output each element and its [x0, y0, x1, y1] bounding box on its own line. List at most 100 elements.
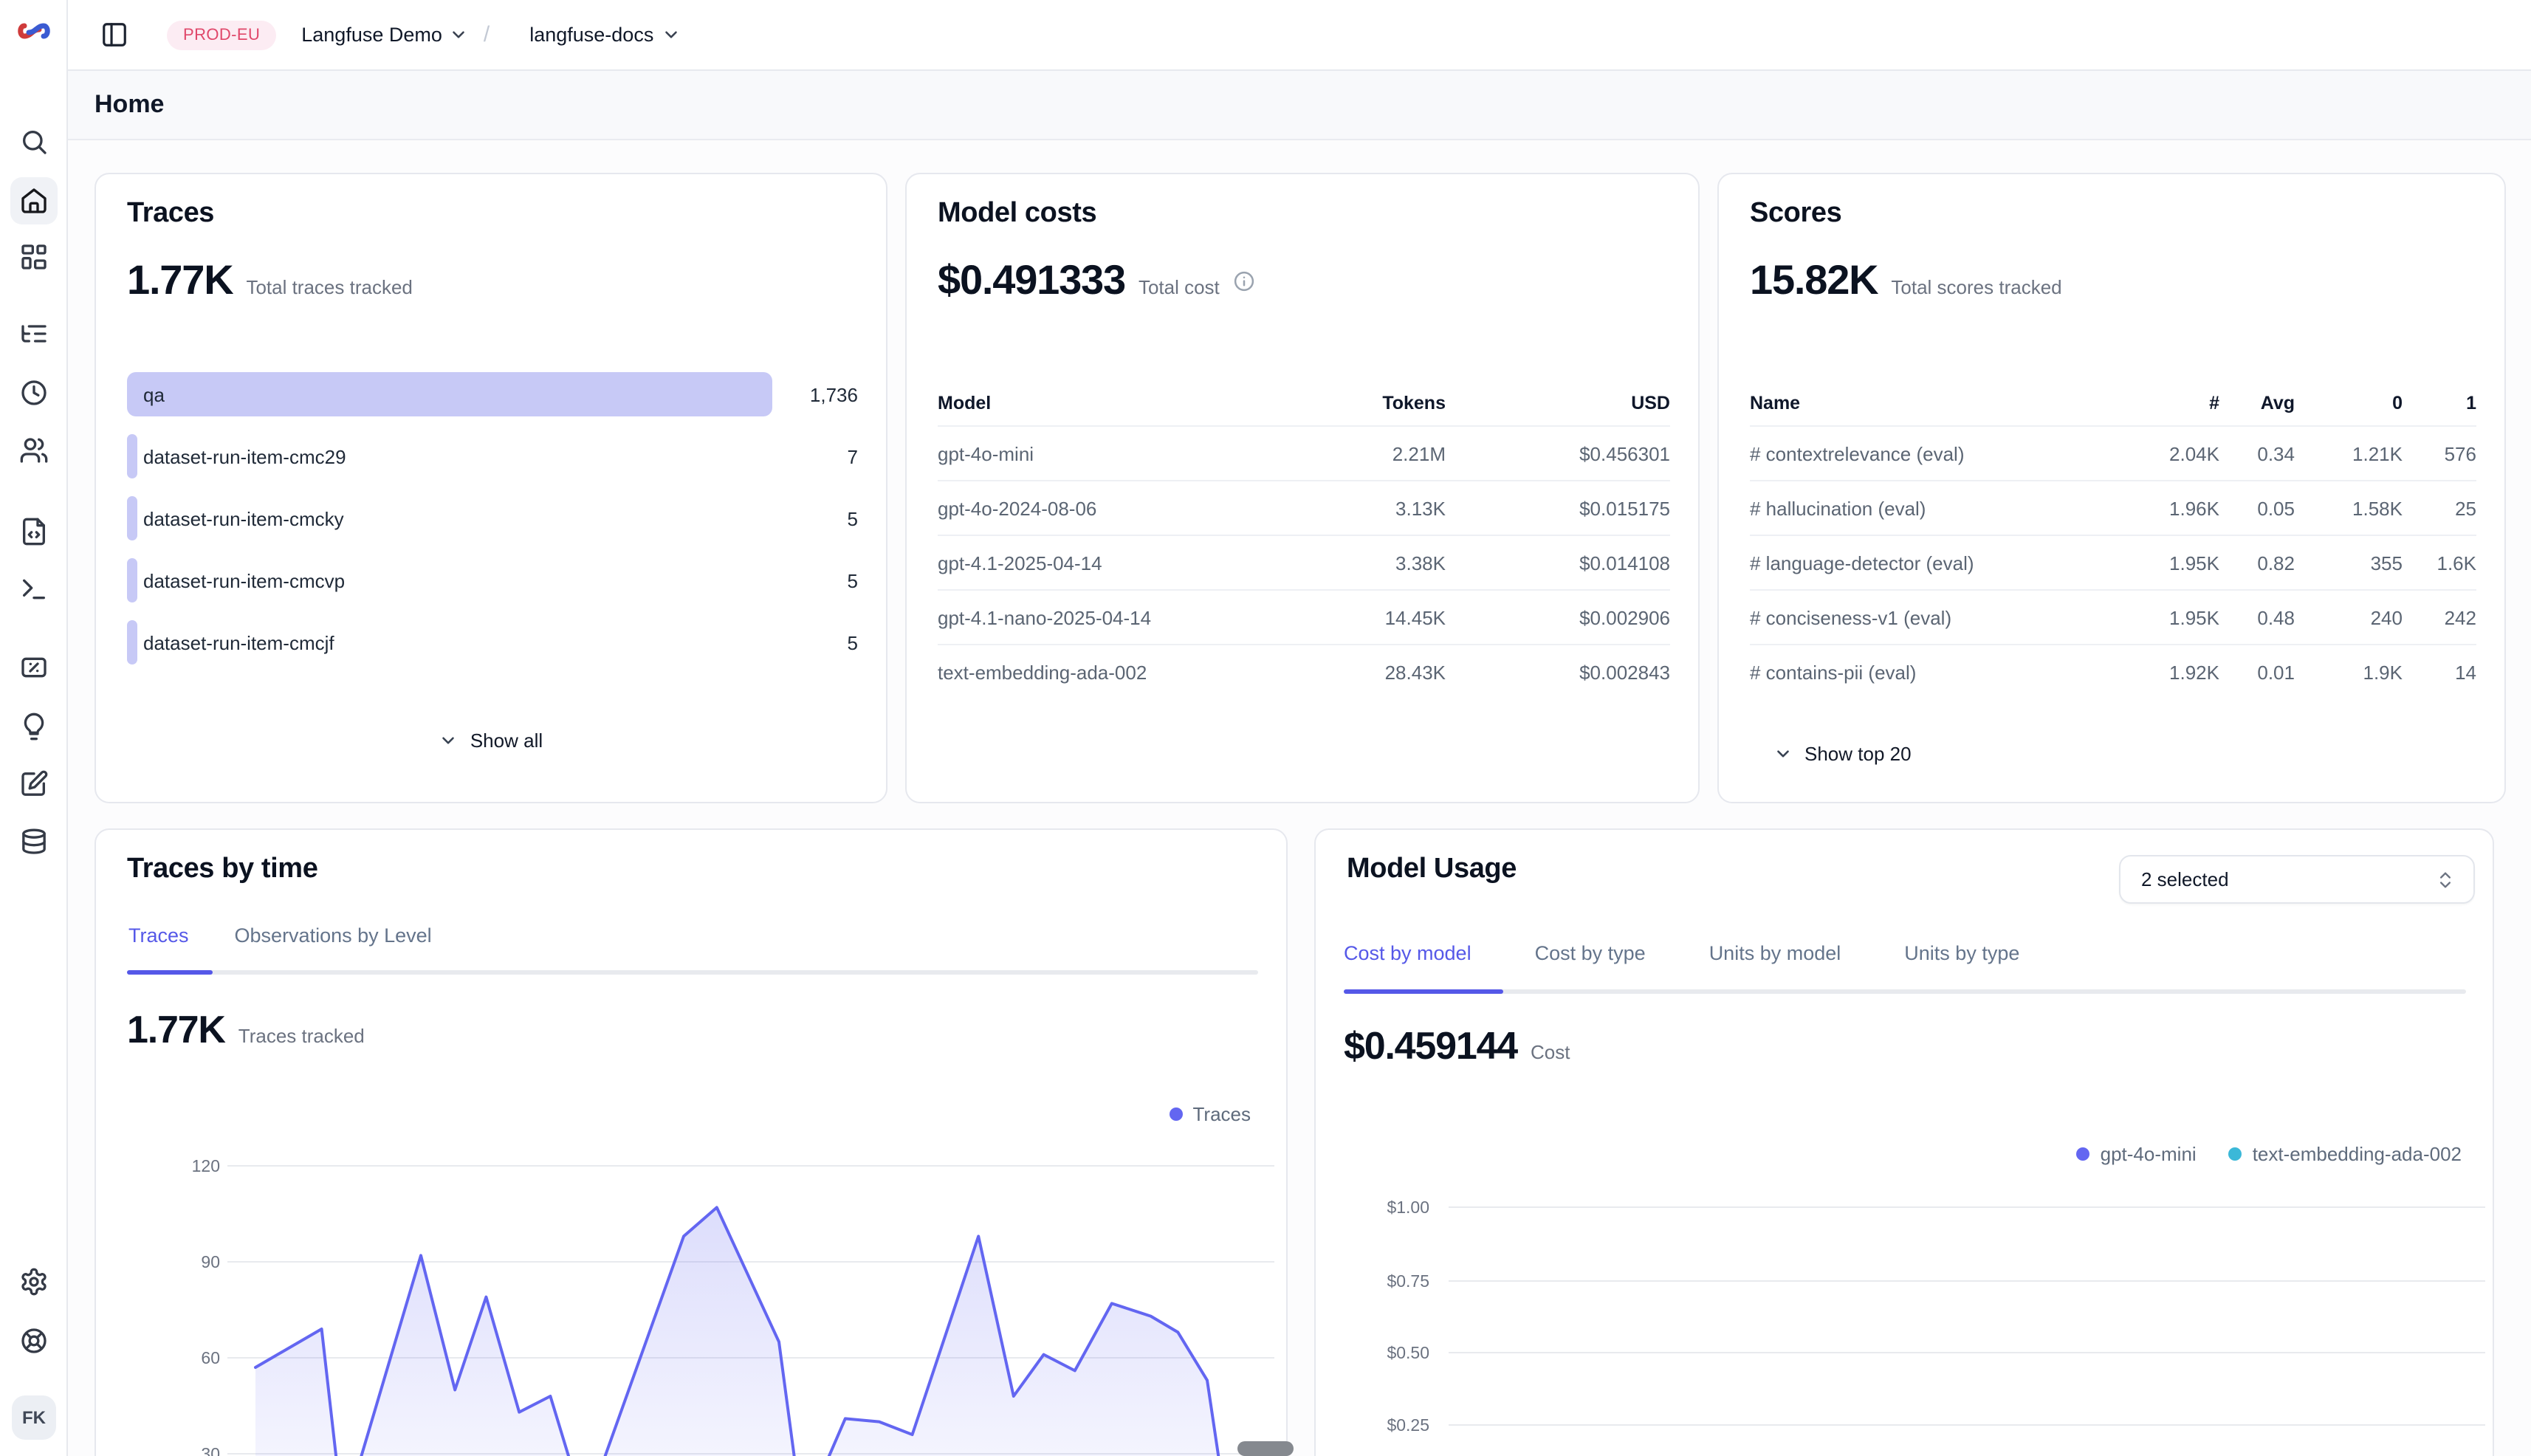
users-icon[interactable] — [19, 436, 49, 465]
show-top-20-button[interactable]: Show top 20 — [1773, 743, 1912, 765]
table-cell: 0.05 — [2219, 497, 2295, 519]
trace-bar-row[interactable]: dataset-run-item-cmc297 — [127, 425, 858, 487]
bar-fill — [127, 558, 138, 602]
show-top-20-label: Show top 20 — [1804, 743, 1912, 765]
table-row[interactable]: # conciseness-v1 (eval)1.95K0.48240242 — [1750, 589, 2476, 644]
tab-observations-by-level[interactable]: Observations by Level — [235, 924, 432, 967]
table-row[interactable]: gpt-4.1-nano-2025-04-1414.45K$0.002906 — [938, 589, 1670, 644]
scores-total: 15.82K — [1750, 257, 1878, 304]
legend-dot-icon — [2229, 1147, 2242, 1161]
langfuse-logo-icon[interactable] — [16, 13, 52, 49]
tab-cost-by-type[interactable]: Cost by type — [1535, 942, 1646, 985]
table-cell: 0.48 — [2219, 606, 2295, 628]
database-icon[interactable] — [19, 827, 49, 856]
trace-bar-row[interactable]: dataset-run-item-cmcjf5 — [127, 611, 858, 673]
show-all-label: Show all — [470, 729, 543, 752]
chart-legend: gpt-4o-mini text-embedding-ada-002 — [2077, 1143, 2462, 1165]
column-header: Model — [938, 393, 1276, 413]
legend-label: text-embedding-ada-002 — [2253, 1143, 2462, 1165]
tab-units-by-model[interactable]: Units by model — [1709, 942, 1841, 985]
y-axis-tick-label: $0.75 — [1387, 1271, 1429, 1291]
environment-badge[interactable]: PROD-EU — [167, 20, 276, 49]
org-switcher[interactable]: Langfuse Demo — [301, 24, 469, 46]
usage-cost: $0.459144 — [1344, 1023, 1517, 1069]
table-cell: # language-detector (eval) — [1750, 552, 2131, 574]
table-row[interactable]: gpt-4o-2024-08-063.13K$0.015175 — [938, 480, 1670, 535]
table-row[interactable]: # hallucination (eval)1.96K0.051.58K25 — [1750, 480, 2476, 535]
table-row[interactable]: text-embedding-ada-00228.43K$0.002843 — [938, 644, 1670, 698]
table-cell: # conciseness-v1 (eval) — [1750, 606, 2131, 628]
legend-item[interactable]: Traces — [1170, 1103, 1251, 1125]
trace-bar-row[interactable]: qa1,736 — [127, 363, 858, 425]
file-code-icon[interactable] — [19, 517, 49, 546]
trace-bar-row[interactable]: dataset-run-item-cmcvp5 — [127, 549, 858, 611]
show-all-button[interactable]: Show all — [96, 729, 886, 752]
table-cell: gpt-4.1-nano-2025-04-14 — [938, 606, 1276, 628]
table-row[interactable]: # language-detector (eval)1.95K0.823551.… — [1750, 535, 2476, 589]
horizontal-scrollbar-thumb[interactable] — [1237, 1441, 1294, 1456]
table-cell: 14.45K — [1276, 606, 1446, 628]
total-cost-label: Total cost — [1139, 276, 1220, 298]
table-cell: 0.34 — [2219, 442, 2295, 464]
traces-tracked: 1.77K — [127, 1007, 225, 1053]
traces-tracked-label: Traces tracked — [238, 1025, 365, 1047]
tab-units-by-type[interactable]: Units by type — [1904, 942, 2019, 985]
y-axis-tick-label: $0.25 — [1387, 1415, 1429, 1435]
column-header: # — [2131, 393, 2219, 413]
table-row[interactable]: gpt-4.1-2025-04-143.38K$0.014108 — [938, 535, 1670, 589]
table-cell: $0.015175 — [1446, 497, 1670, 519]
card-title: Traces — [127, 198, 214, 230]
user-avatar[interactable]: FK — [12, 1395, 56, 1440]
home-icon[interactable] — [19, 186, 49, 216]
tab-cost-by-model[interactable]: Cost by model — [1344, 942, 1471, 985]
model-select-value: 2 selected — [2141, 868, 2229, 890]
tab-track — [127, 970, 1258, 975]
search-icon[interactable] — [19, 127, 49, 157]
table-cell: # contextrelevance (eval) — [1750, 442, 2131, 464]
table-cell: 355 — [2295, 552, 2403, 574]
table-cell: $0.014108 — [1446, 552, 1670, 574]
bar-value: 5 — [848, 487, 858, 549]
table-cell: 14 — [2403, 661, 2476, 683]
trace-bar-row[interactable]: dataset-run-item-cmcky5 — [127, 487, 858, 549]
table-row[interactable]: gpt-4o-mini2.21M$0.456301 — [938, 425, 1670, 480]
table-header-row: Name#Avg01 — [1750, 381, 2476, 425]
legend-label: gpt-4o-mini — [2101, 1143, 2197, 1165]
table-cell: 3.38K — [1276, 552, 1446, 574]
settings-gear-icon[interactable] — [19, 1267, 49, 1297]
legend-item[interactable]: text-embedding-ada-002 — [2229, 1143, 2462, 1165]
table-cell: 576 — [2403, 442, 2476, 464]
model-select-dropdown[interactable]: 2 selected — [2119, 855, 2475, 904]
clock-icon[interactable] — [19, 378, 49, 408]
table-cell: 1.95K — [2131, 606, 2219, 628]
life-buoy-icon[interactable] — [19, 1326, 49, 1356]
square-pen-icon[interactable] — [19, 769, 49, 799]
org-name: Langfuse Demo — [301, 24, 442, 46]
column-header: 0 — [2295, 393, 2403, 413]
sidebar-toggle-icon[interactable] — [100, 21, 128, 49]
model-costs-table: ModelTokensUSDgpt-4o-mini2.21M$0.456301g… — [938, 381, 1670, 698]
model-costs-card: Model costs $0.491333 Total cost ModelTo… — [905, 173, 1700, 803]
total-cost: $0.491333 — [938, 257, 1125, 304]
tab-traces[interactable]: Traces — [128, 924, 189, 967]
table-cell: 1.9K — [2295, 661, 2403, 683]
table-cell: $0.456301 — [1446, 442, 1670, 464]
bar-label: dataset-run-item-cmcjf — [143, 611, 334, 673]
terminal-icon[interactable] — [19, 574, 49, 604]
card-title: Model Usage — [1347, 854, 1517, 886]
table-cell: 1.21K — [2295, 442, 2403, 464]
percent-square-icon[interactable] — [19, 653, 49, 682]
legend-item[interactable]: gpt-4o-mini — [2077, 1143, 2197, 1165]
list-tree-icon[interactable] — [19, 319, 49, 348]
table-cell: # hallucination (eval) — [1750, 497, 2131, 519]
lightbulb-icon[interactable] — [19, 712, 49, 741]
info-icon[interactable] — [1233, 269, 1255, 292]
table-row[interactable]: # contains-pii (eval)1.92K0.011.9K14 — [1750, 644, 2476, 698]
project-switcher[interactable]: langfuse-docs — [529, 24, 680, 46]
table-cell: 0.01 — [2219, 661, 2295, 683]
legend-label: Traces — [1193, 1103, 1251, 1125]
table-cell: 0.82 — [2219, 552, 2295, 574]
tab-track — [1344, 989, 2466, 994]
dashboard-grid-icon[interactable] — [19, 242, 49, 272]
table-row[interactable]: # contextrelevance (eval)2.04K0.341.21K5… — [1750, 425, 2476, 480]
